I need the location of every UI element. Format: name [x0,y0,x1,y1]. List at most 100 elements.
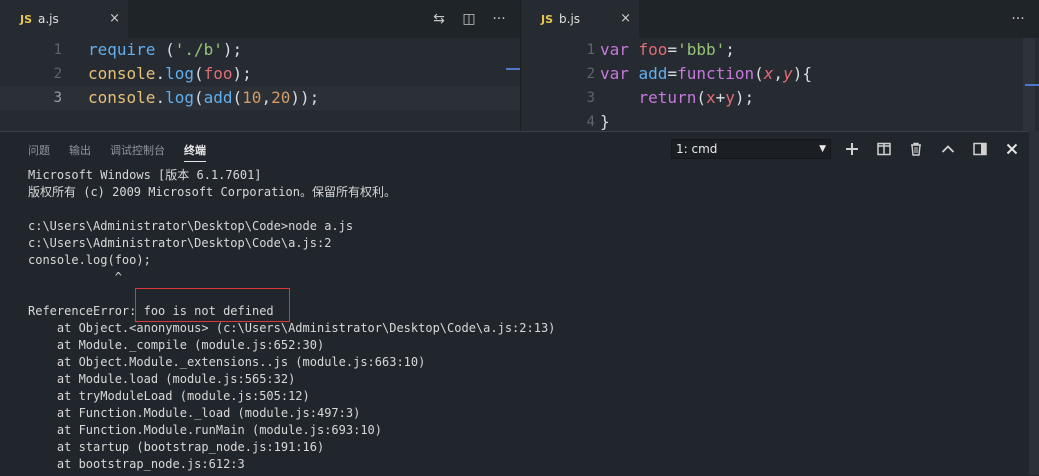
code-area-right[interactable]: 1 var foo='bbb'; 2 var add=function(x,y){3 … [521,38,1039,131]
code-token: y [783,64,793,83]
code-token: foo [638,40,668,59]
code-token: + [715,88,726,107]
code-token: function [677,64,755,83]
js-file-icon: JS [20,12,33,26]
code-line[interactable]: 3 return(x+y); [521,86,1039,110]
code-line[interactable]: 4} [521,110,1039,131]
chevron-up-icon[interactable] [938,139,958,159]
tab-problems[interactable]: 问题 [28,142,50,162]
plus-icon[interactable] [842,139,862,159]
terminal-line: 版权所有 (c) 2009 Microsoft Corporation。保留所有… [28,185,396,199]
panel-icon[interactable] [970,139,990,159]
terminal-line: at Object.Module._extensions..js (module… [28,355,426,369]
tab-bar-left: JS a.js × ⇆ ◫ ··· [0,0,520,38]
tab-label: b.js [559,12,581,26]
tab-terminal[interactable]: 终端 [184,142,206,162]
tab-a-js[interactable]: JS a.js × [0,0,128,38]
code-token: log [165,64,194,83]
code-token: add [638,64,668,83]
terminal-output[interactable]: Microsoft Windows [版本 6.1.7601] 版权所有 (c) … [28,167,555,473]
code-token: ; [725,40,735,59]
code-token: ); [734,88,755,107]
code-text: console.log(add(10,20)); [88,86,319,110]
terminal-select[interactable]: 1: cmd ▼ [671,139,831,159]
code-token: var [600,64,639,83]
code-area-left[interactable]: 1 require ('./b'); 2 console.log(foo); 3 cons… [0,38,520,131]
code-text: require ('./b'); [88,38,242,62]
tab-b-js[interactable]: JS b.js × [521,0,639,38]
line-number: 1 [53,42,62,58]
terminal-line: ReferenceError: foo is not defined [28,304,274,318]
code-token: , [773,64,784,83]
code-token: foo [203,64,233,83]
terminal-line: ^ [28,270,122,284]
terminal-line: at Function.Module._load (module.js:497:… [28,406,361,420]
code-token: 'bbb' [677,40,726,59]
code-token: ( [193,88,204,107]
code-token: log [165,88,194,107]
code-token: y [725,88,735,107]
code-line[interactable]: 2 var add=function(x,y){ [521,62,1039,86]
code-token: './b' [174,40,223,59]
editor-pane-left: JS a.js × ⇆ ◫ ··· 1 require ('./b'); 2 cons… [0,0,520,131]
code-token: . [155,64,166,83]
error-highlight-box [135,288,290,322]
code-line[interactable]: 3 console.log(add(10,20)); [0,86,520,110]
tab-label: a.js [38,12,59,26]
code-token: ( [193,64,204,83]
editor-pane-right: JS b.js × ··· 1 var foo='bbb'; 2 var add=fu… [521,0,1039,131]
code-token: require [88,40,156,59]
overview-ruler-mark [1025,84,1039,86]
code-token: . [155,88,166,107]
code-token: , [261,88,272,107]
code-token: = [667,40,678,59]
code-token: return [638,88,697,107]
close-icon[interactable]: × [109,11,120,26]
js-file-icon: JS [541,12,554,26]
line-number: 3 [53,90,62,106]
terminal-line: at Function.Module.runMain (module.js:69… [28,423,383,437]
code-line[interactable]: 1 require ('./b'); [0,38,520,62]
code-token: ); [222,40,243,59]
terminal-line: at Object.<anonymous> (c:\Users\Administ… [28,321,556,335]
code-line[interactable]: 1 var foo='bbb'; [521,38,1039,62]
close-icon[interactable]: × [620,11,631,26]
code-text: var add=function(x,y){ [600,62,812,86]
more-actions-icon[interactable]: ··· [490,10,508,28]
terminal-line: at tryModuleLoad (module.js:505:12) [28,389,310,403]
code-token: 10 [242,88,262,107]
code-token: ( [155,40,175,59]
code-token: x [763,64,774,83]
split-editor-icon[interactable]: ◫ [460,10,478,28]
terminal-select-value: 1: cmd [676,142,718,156]
close-icon[interactable] [1002,139,1022,159]
tab-debug-console[interactable]: 调试控制台 [110,142,165,162]
open-changes-icon[interactable]: ⇆ [430,10,448,28]
code-token: ( [232,88,243,107]
line-number: 2 [586,66,595,82]
trash-icon[interactable] [906,139,926,159]
code-line[interactable]: 2 console.log(foo); [0,62,520,86]
code-token: ); [232,64,252,83]
vertical-scrollbar[interactable] [1029,131,1039,475]
terminal-line: at bootstrap_node.js:612:3 [28,457,245,471]
tab-output[interactable]: 输出 [69,142,91,162]
more-actions-icon[interactable]: ··· [1009,10,1027,28]
line-number: 4 [586,114,595,130]
code-token: ){ [792,64,812,83]
code-token: add [203,88,233,107]
code-token: ( [696,88,706,107]
split-icon[interactable] [874,139,894,159]
terminal-line: at Module.load (module.js:565:32) [28,372,296,386]
code-text: return(x+y); [600,86,755,110]
line-number: 2 [53,66,62,82]
code-token: 20 [271,88,291,107]
code-token: console [88,64,156,83]
line-number: 1 [586,42,595,58]
code-token: console [88,88,156,107]
code-token: = [667,64,678,83]
code-token: x [705,88,716,107]
line-number: 3 [586,90,595,106]
